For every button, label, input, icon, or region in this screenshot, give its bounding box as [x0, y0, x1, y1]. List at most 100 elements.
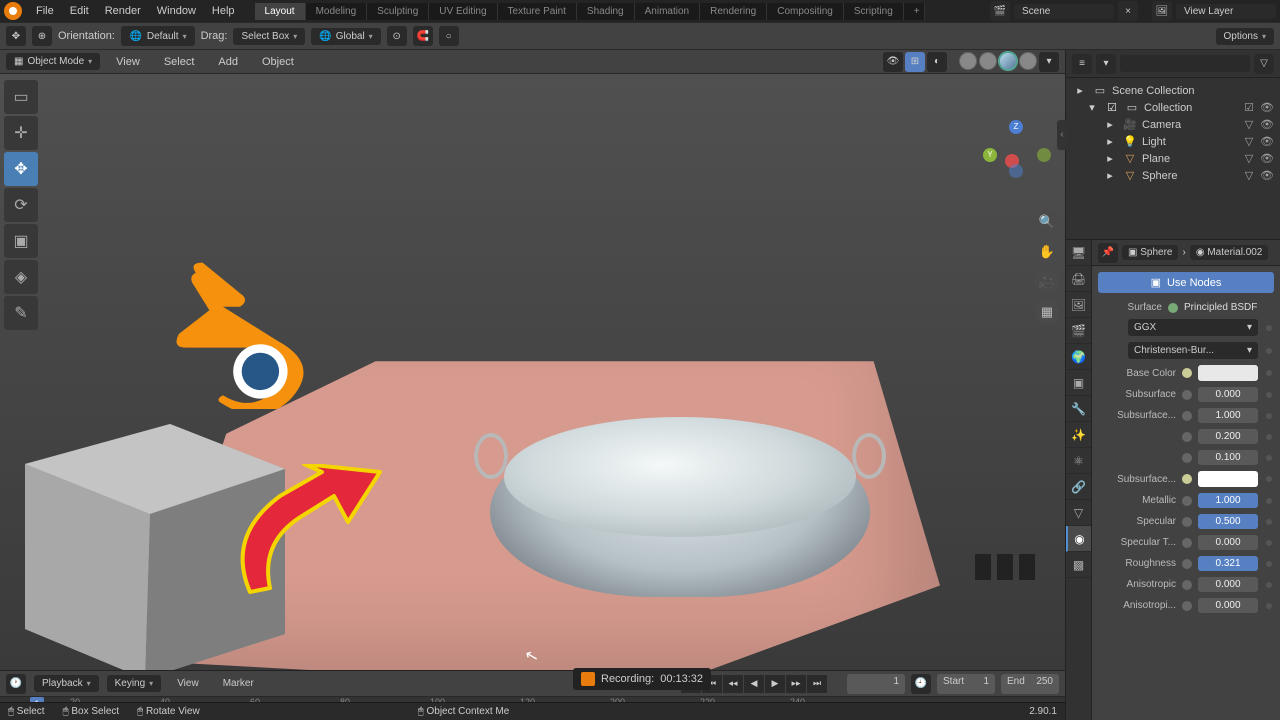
gizmo-z-axis[interactable]: Z	[1009, 120, 1023, 134]
shading-dropdown-icon[interactable]: ▾	[1039, 52, 1059, 72]
object-menu[interactable]: Object	[254, 53, 302, 71]
start-frame[interactable]: Start1	[937, 674, 995, 694]
keying-menu[interactable]: Keying	[107, 675, 162, 692]
camera-view-icon[interactable]: 🎥	[1035, 270, 1059, 294]
move-tool-icon[interactable]: ⊕	[32, 26, 52, 46]
outliner-item-plane[interactable]: ▸▽Plane▽👁	[1068, 150, 1278, 167]
outliner-item-light[interactable]: ▸💡Light▽👁	[1068, 133, 1278, 150]
workspace-tab-scripting[interactable]: Scripting	[844, 3, 904, 20]
timeline-marker[interactable]: Marker	[215, 675, 262, 692]
overlay-icon[interactable]: ⊞	[905, 52, 925, 72]
workspace-tab-modeling[interactable]: Modeling	[306, 3, 368, 20]
view-menu[interactable]: View	[108, 53, 148, 71]
distribution-dropdown[interactable]: GGX▾	[1128, 319, 1258, 336]
ptab-material[interactable]: ◉	[1066, 526, 1091, 552]
restrict-icon[interactable]: ▽	[1242, 118, 1256, 131]
mode-dropdown[interactable]: ▦Object Mode	[6, 53, 100, 70]
orientation-dropdown[interactable]: 🌐Default	[121, 26, 195, 46]
surface-value[interactable]: Principled BSDF	[1184, 302, 1272, 313]
ptab-particles[interactable]: ✨	[1066, 422, 1091, 448]
restrict-icon[interactable]: ▽	[1242, 169, 1256, 182]
collection-row[interactable]: ▾☑▭Collection☑👁	[1068, 99, 1278, 116]
viewport[interactable]: ▦Object Mode View Select Add Object 👁 ⊞ …	[0, 50, 1065, 720]
move-tool[interactable]: ✥	[4, 152, 38, 186]
wireframe-shading[interactable]	[959, 52, 977, 70]
menu-edit[interactable]: Edit	[62, 2, 97, 20]
playback-menu[interactable]: Playback	[34, 675, 99, 692]
zoom-icon[interactable]: 🔍	[1035, 210, 1059, 234]
outliner-search[interactable]	[1120, 55, 1250, 72]
crumb-object[interactable]: ▣ Sphere	[1122, 245, 1178, 260]
gizmo-neg-z[interactable]	[1009, 164, 1023, 178]
prop-Subsurface[interactable]: Subsurface...1.000	[1092, 405, 1280, 426]
cursor-tool-icon[interactable]: ✥	[6, 26, 26, 46]
drag-dropdown[interactable]: Select Box	[233, 28, 305, 45]
menu-file[interactable]: File	[28, 2, 62, 20]
end-frame[interactable]: End250	[1001, 674, 1059, 694]
add-menu[interactable]: Add	[210, 53, 246, 71]
prop-subsurface[interactable]: Subsurface...	[1092, 468, 1280, 490]
exclude-icon[interactable]: ☑	[1242, 101, 1256, 114]
cursor-tool[interactable]: ✛	[4, 116, 38, 150]
transform-tool[interactable]: ◈	[4, 260, 38, 294]
subsurf-method-dropdown[interactable]: Christensen-Bur...▾	[1128, 342, 1258, 359]
pivot-icon[interactable]: ⊙	[387, 26, 407, 46]
sidebar-toggle[interactable]: ‹	[1057, 120, 1067, 150]
workspace-tab-compositing[interactable]: Compositing	[767, 3, 844, 20]
workspace-tab-layout[interactable]: Layout	[255, 3, 306, 20]
eye-icon[interactable]: 👁	[1260, 118, 1274, 131]
outliner-filter-icon[interactable]: ▽	[1254, 54, 1274, 74]
prop-metallic[interactable]: Metallic1.000	[1092, 490, 1280, 511]
options-dropdown[interactable]: Options	[1216, 28, 1274, 45]
rotate-tool[interactable]: ⟳	[4, 188, 38, 222]
snap-icon[interactable]: 🧲	[413, 26, 433, 46]
ptab-object[interactable]: ▣	[1066, 370, 1091, 396]
eye-icon[interactable]: 👁	[1260, 101, 1274, 114]
ptab-physics[interactable]: ⚛	[1066, 448, 1091, 474]
gizmo-y-axis[interactable]: Y	[983, 148, 997, 162]
material-shading[interactable]	[999, 52, 1017, 70]
restrict-icon[interactable]: ▽	[1242, 135, 1256, 148]
play-icon[interactable]: ▶	[765, 675, 785, 693]
timeline-view[interactable]: View	[169, 675, 207, 692]
workspace-tab-animation[interactable]: Animation	[635, 3, 700, 20]
restrict-icon[interactable]: ▽	[1242, 152, 1256, 165]
current-frame[interactable]: 1	[847, 674, 905, 694]
ptab-world[interactable]: 🌍	[1066, 344, 1091, 370]
annotate-tool[interactable]: ✎	[4, 296, 38, 330]
view-layer-name[interactable]: View Layer	[1176, 4, 1276, 19]
scale-tool[interactable]: ▣	[4, 224, 38, 258]
prop-speculart[interactable]: Specular T...0.000	[1092, 532, 1280, 553]
select-menu[interactable]: Select	[156, 53, 203, 71]
bowl-object[interactable]	[490, 409, 870, 609]
prop-basecolor[interactable]: Base Color	[1092, 362, 1280, 384]
prop-subsurface[interactable]: Subsurface0.000	[1092, 384, 1280, 405]
ptab-render[interactable]: 🖥	[1066, 240, 1091, 266]
outliner-type-icon[interactable]: ≡	[1072, 54, 1092, 74]
ptab-viewlayer[interactable]: 🖼	[1066, 292, 1091, 318]
crumb-material[interactable]: ◉ Material.002	[1190, 245, 1269, 260]
frame-sync-icon[interactable]: 🕘	[911, 674, 931, 694]
ptab-data[interactable]: ▽	[1066, 500, 1091, 526]
ptab-output[interactable]: 🖨	[1066, 266, 1091, 292]
select-tool[interactable]: ▭	[4, 80, 38, 114]
eye-icon[interactable]: 👁	[1260, 152, 1274, 165]
menu-help[interactable]: Help	[204, 2, 243, 20]
prop-Subsurface[interactable]: 0.200	[1092, 426, 1280, 447]
ptab-modifiers[interactable]: 🔧	[1066, 396, 1091, 422]
gizmo-visibility-icon[interactable]: 👁	[883, 52, 903, 72]
rendered-shading[interactable]	[1019, 52, 1037, 70]
viewport-canvas[interactable]: ↖	[0, 74, 1065, 670]
scene-browse-icon[interactable]: 🎬	[990, 1, 1010, 21]
prop-anisotropi[interactable]: Anisotropi...0.000	[1092, 595, 1280, 616]
jump-end-icon[interactable]: ⏭	[807, 675, 827, 693]
perspective-icon[interactable]: ▦	[1035, 300, 1059, 324]
next-key-icon[interactable]: ▸▸	[786, 675, 806, 693]
play-reverse-icon[interactable]: ◀	[744, 675, 764, 693]
use-nodes-button[interactable]: ▣Use Nodes	[1098, 272, 1274, 293]
prop-Subsurface[interactable]: 0.100	[1092, 447, 1280, 468]
workspace-tab-texture-paint[interactable]: Texture Paint	[498, 3, 577, 20]
prop-roughness[interactable]: Roughness0.321	[1092, 553, 1280, 574]
scene-close-icon[interactable]: ×	[1118, 1, 1138, 21]
scene-name[interactable]: Scene	[1014, 4, 1114, 19]
